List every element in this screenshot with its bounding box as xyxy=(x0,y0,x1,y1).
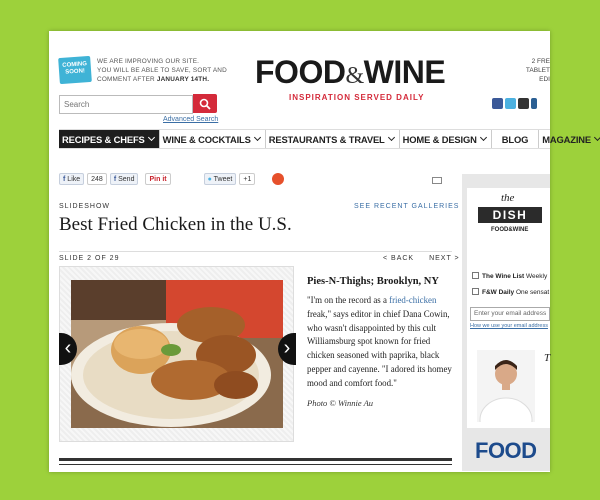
next-link[interactable]: NEXT > xyxy=(429,255,460,262)
facebook-icon[interactable] xyxy=(492,98,503,109)
food-wine-promo[interactable]: FOOD xyxy=(475,440,537,462)
chevron-down-icon xyxy=(387,133,395,142)
slide-nav: < BACK NEXT > xyxy=(371,255,460,262)
advanced-search-link[interactable]: Advanced Search xyxy=(163,116,218,123)
chef-name-initial: T xyxy=(544,352,551,364)
slide-caption-title: Pies-N-Thighs; Brooklyn, NY xyxy=(307,276,439,287)
notice-line-3: COMMENT AFTER JANUARY 14TH. xyxy=(97,76,210,83)
slide-counter: SLIDE 2 OF 29 xyxy=(59,255,120,262)
chevron-down-icon xyxy=(479,133,487,142)
search-icon xyxy=(199,98,211,110)
email-share-icon[interactable] xyxy=(432,177,442,184)
tumblr-icon[interactable] xyxy=(531,98,537,109)
chef-portrait xyxy=(477,350,535,422)
slideshow-label: SLIDESHOW xyxy=(59,203,111,210)
nav-restaurants-travel[interactable]: RESTAURANTS & TRAVEL xyxy=(266,130,400,148)
chevron-down-icon xyxy=(147,133,155,142)
search-box xyxy=(59,94,217,114)
divider xyxy=(59,251,452,252)
checkbox[interactable] xyxy=(472,272,479,279)
fried-chicken-photo xyxy=(71,280,283,428)
see-recent-galleries-link[interactable]: SEE RECENT GALLERIES » xyxy=(354,203,467,210)
wine-list-checkbox-row[interactable]: The Wine List Weekly xyxy=(472,272,547,280)
search-button[interactable] xyxy=(193,94,217,113)
nav-magazine[interactable]: MAGAZINE xyxy=(539,130,600,148)
logo-tagline: INSPIRATION SERVED DAILY xyxy=(289,93,425,102)
fried-chicken-link[interactable]: fried-chicken xyxy=(389,295,436,305)
newsletter-email-input[interactable]: Enter your email address xyxy=(470,307,550,321)
notice-line-1: WE ARE IMPROVING OUR SITE. xyxy=(97,58,200,65)
slide-caption: "I'm on the record as a fried-chicken fr… xyxy=(307,295,452,388)
page-title: Best Fried Chicken in the U.S. xyxy=(59,214,292,235)
site-notice: COMING SOON! WE ARE IMPROVING OUR SITE. … xyxy=(58,55,259,87)
like-count: 248 xyxy=(87,173,107,185)
twitter-icon[interactable] xyxy=(505,98,516,109)
tweet-button[interactable]: ● Tweet xyxy=(203,173,237,185)
facebook-send-button[interactable]: f Send xyxy=(109,173,139,185)
back-link[interactable]: < BACK xyxy=(383,255,414,262)
notice-text: WE ARE IMPROVING OUR SITE. YOU WILL BE A… xyxy=(97,57,267,84)
google-plus-button[interactable]: +1 xyxy=(239,173,256,185)
share-bar: f Like 248 f Send Pin it ● Tweet +1 xyxy=(59,172,285,186)
pin-it-button[interactable]: Pin it xyxy=(145,173,171,185)
checkbox[interactable] xyxy=(472,288,479,295)
nav-home-design[interactable]: HOME & DESIGN xyxy=(400,130,492,148)
promo-line-1: 2 FRE xyxy=(531,58,550,65)
top-strip xyxy=(49,31,550,36)
facebook-like-button[interactable]: f Like xyxy=(59,173,85,185)
footer-rule-thin xyxy=(59,464,452,465)
photo-credit: Photo © Winnie Au xyxy=(307,398,374,408)
main-nav: RECIPES & CHEFS WINE & COCKTAILS RESTAUR… xyxy=(59,129,600,149)
dish-the-label: the xyxy=(501,192,515,204)
nav-wine-cocktails[interactable]: WINE & COCKTAILS xyxy=(160,130,266,148)
chevron-down-icon xyxy=(594,133,600,142)
nav-recipes-chefs[interactable]: RECIPES & CHEFS xyxy=(59,130,160,148)
tablet-promo[interactable]: 2 FRE TABLET EDI xyxy=(520,57,550,84)
social-links xyxy=(492,98,539,116)
chef-photo[interactable] xyxy=(477,350,535,422)
coming-soon-badge: COMING SOON! xyxy=(58,55,92,85)
footer-rule xyxy=(59,458,452,461)
privacy-link[interactable]: How we use your email address xyxy=(470,323,548,329)
the-dish-logo: DISH xyxy=(478,207,542,223)
stumbleupon-icon[interactable] xyxy=(272,173,285,185)
promo-line-2: TABLET EDI xyxy=(525,67,550,83)
search-input[interactable] xyxy=(59,95,193,114)
fw-daily-checkbox-row[interactable]: F&W Daily One sensat xyxy=(472,288,549,296)
nav-blog[interactable]: BLOG xyxy=(492,130,540,148)
chevron-down-icon xyxy=(253,133,261,142)
food-wine-logo[interactable]: FOOD&WINE xyxy=(255,54,446,91)
pinterest-icon[interactable] xyxy=(518,98,529,109)
slide-photo xyxy=(71,280,283,428)
notice-line-2: YOU WILL BE ABLE TO SAVE, SORT AND xyxy=(97,67,227,74)
dish-brand: FOOD&WINE xyxy=(491,227,529,233)
